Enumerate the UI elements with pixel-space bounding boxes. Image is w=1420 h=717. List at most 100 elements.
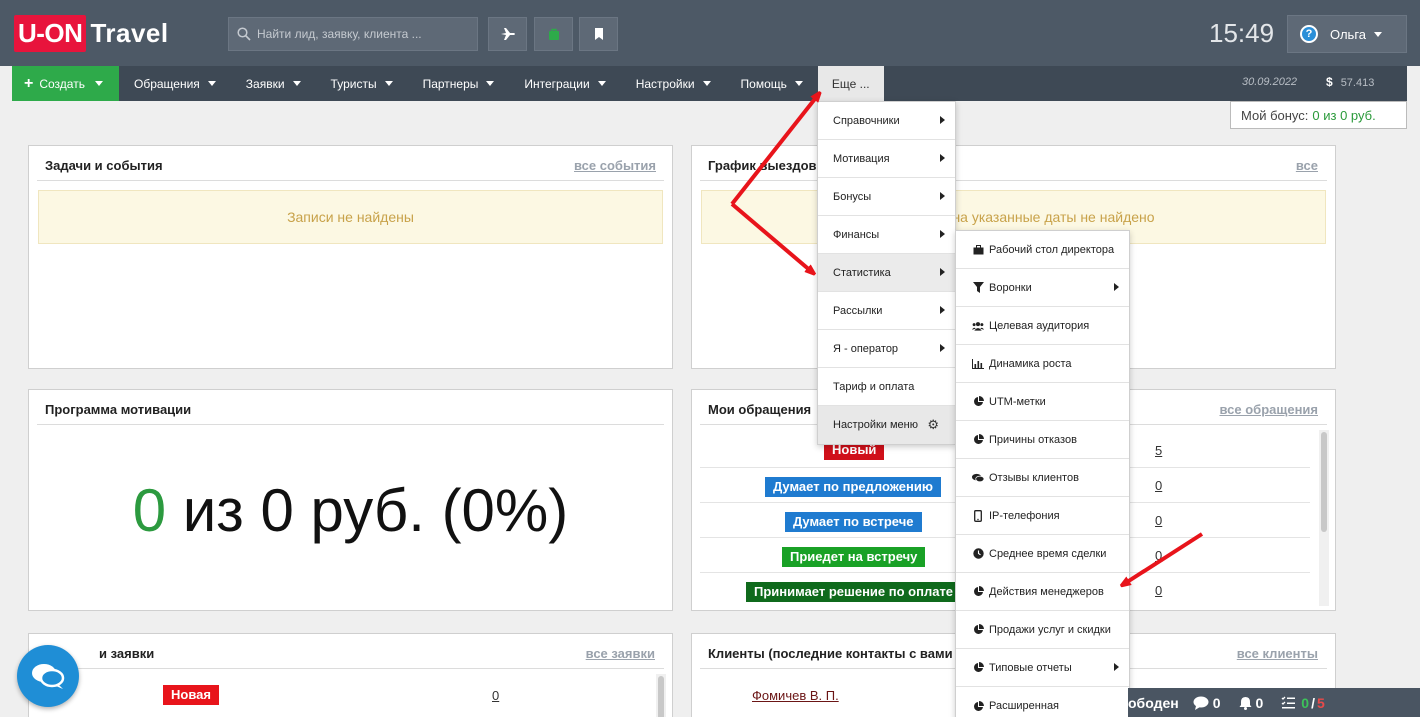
menu-item-operator[interactable]: Я - оператор: [818, 330, 955, 368]
messages-indicator[interactable]: 0: [1193, 695, 1221, 711]
scrollbar-thumb[interactable]: [658, 676, 664, 717]
menu-item-extended[interactable]: Расширенная: [956, 687, 1129, 717]
menu-item-utm[interactable]: UTM-метки: [956, 383, 1129, 421]
motivation-panel: Программа мотивации 0 из 0 руб. (0%): [28, 389, 673, 611]
nav-item-settings[interactable]: Настройки: [621, 66, 726, 101]
tasks-done: 0: [1301, 694, 1310, 711]
count-link[interactable]: 0: [492, 688, 499, 703]
menu-label: Справочники: [833, 114, 900, 127]
menu-item-bonuses[interactable]: Бонусы: [818, 178, 955, 216]
notifications-indicator[interactable]: 0: [1239, 695, 1263, 711]
client-link[interactable]: Фомичев В. П.: [752, 688, 839, 703]
menu-label: Мотивация: [833, 152, 890, 165]
tasks-indicator[interactable]: 0 / 5: [1281, 694, 1325, 711]
scrollbar-thumb[interactable]: [1321, 432, 1327, 532]
menu-item-sales-discounts[interactable]: Продажи услуг и скидки: [956, 611, 1129, 649]
all-clients-link[interactable]: все клиенты: [1237, 646, 1318, 661]
flights-button[interactable]: [488, 17, 527, 51]
chevron-right-icon: [940, 192, 945, 200]
chevron-down-icon: [207, 81, 216, 86]
menu-item-finances[interactable]: Финансы: [818, 216, 955, 254]
menu-label: Воронки: [989, 281, 1032, 294]
all-requests-link[interactable]: все заявки: [586, 646, 655, 661]
bonus-box: Мой бонус: 0 из 0 руб.: [1230, 101, 1407, 129]
nav-item-appeals[interactable]: Обращения: [119, 66, 231, 101]
nav-item-help[interactable]: Помощь: [726, 66, 818, 101]
bookmark-icon: [594, 28, 603, 40]
dollar-icon: $: [1326, 75, 1333, 89]
chevron-down-icon: [702, 81, 711, 86]
status-badge: Принимает решение по оплате: [746, 582, 962, 602]
help-icon[interactable]: ?: [1300, 25, 1318, 43]
tasks-total: 5: [1316, 694, 1325, 711]
menu-label: Я - оператор: [833, 342, 899, 355]
motivation-stat: 0 из 0 руб. (0%): [29, 476, 672, 545]
menu-item-statistics[interactable]: Статистика: [818, 254, 955, 292]
all-schedule-link[interactable]: все: [1296, 158, 1318, 173]
scrollbar[interactable]: [656, 674, 666, 717]
nav-label: Туристы: [330, 76, 377, 91]
menu-item-refusal-reasons[interactable]: Причины отказов: [956, 421, 1129, 459]
menu-item-client-reviews[interactable]: Отзывы клиентов: [956, 459, 1129, 497]
pie-chart-icon: [972, 624, 984, 636]
nav-item-integrations[interactable]: Интеграции: [509, 66, 620, 101]
menu-label: UTM-метки: [989, 395, 1046, 408]
menu-item-funnels[interactable]: Воронки: [956, 269, 1129, 307]
count-link[interactable]: 0: [1155, 583, 1162, 598]
menu-item-growth[interactable]: Динамика роста: [956, 345, 1129, 383]
nav-item-more[interactable]: Еще ...: [817, 66, 884, 101]
chevron-down-icon: [597, 81, 606, 86]
user-menu[interactable]: ? Ольга: [1287, 15, 1407, 53]
panel-title: Мои обращения: [708, 402, 812, 417]
create-button[interactable]: + Создать: [12, 66, 119, 101]
pie-chart-icon: [972, 434, 984, 446]
nav-item-requests[interactable]: Заявки: [231, 66, 316, 101]
menu-item-tariff[interactable]: Тариф и оплата: [818, 368, 955, 406]
briefcase-icon: [972, 244, 984, 256]
status-badge: Думает по встрече: [785, 512, 922, 532]
count-link[interactable]: 0: [1155, 548, 1162, 563]
count-link[interactable]: 0: [1155, 513, 1162, 528]
chevron-right-icon: [940, 230, 945, 238]
panel-title: График выездов: [708, 158, 817, 173]
search-input[interactable]: [257, 27, 467, 41]
chevron-right-icon: [940, 344, 945, 352]
logo[interactable]: U-ON Travel: [14, 15, 169, 52]
nav-item-tourists[interactable]: Туристы: [316, 66, 408, 101]
menu-item-motivation[interactable]: Мотивация: [818, 140, 955, 178]
menu-item-mailings[interactable]: Рассылки: [818, 292, 955, 330]
all-events-link[interactable]: все события: [574, 158, 656, 173]
scrollbar[interactable]: [1319, 430, 1329, 606]
all-appeals-link[interactable]: все обращения: [1219, 402, 1318, 417]
chevron-right-icon: [940, 268, 945, 276]
balance[interactable]: $57.413: [1326, 75, 1374, 89]
menu-item-target-audience[interactable]: Целевая аудитория: [956, 307, 1129, 345]
chat-button[interactable]: [17, 645, 79, 707]
pie-chart-icon: [972, 396, 984, 408]
chevron-right-icon: [940, 116, 945, 124]
plus-icon: +: [24, 74, 34, 92]
menu-item-avg-deal-time[interactable]: Среднее время сделки: [956, 535, 1129, 573]
bag-button[interactable]: [534, 17, 573, 51]
nav-item-partners[interactable]: Партнеры: [408, 66, 510, 101]
menu-item-ip-telephony[interactable]: IP-телефония: [956, 497, 1129, 535]
menu-item-standard-reports[interactable]: Типовые отчеты: [956, 649, 1129, 687]
menu-label: Бонусы: [833, 190, 872, 203]
chevron-down-icon: [1374, 31, 1383, 37]
bookmarks-button[interactable]: [579, 17, 618, 51]
bag-icon: [548, 28, 559, 40]
nav-label: Настройки: [635, 76, 695, 91]
menu-item-director-desk[interactable]: Рабочий стол директора: [956, 231, 1129, 269]
messages-count: 0: [1212, 694, 1221, 711]
bonus-value: 0 из 0 руб.: [1312, 107, 1376, 123]
menu-item-menu-settings[interactable]: Настройки меню ⚙: [818, 406, 955, 444]
tasks-separator: /: [1311, 694, 1315, 711]
count-link[interactable]: 0: [1155, 478, 1162, 493]
menu-item-manager-actions[interactable]: Действия менеджеров: [956, 573, 1129, 611]
requests-panel: и заявки все заявки Новая 0: [28, 633, 673, 717]
nav-label: Еще ...: [831, 76, 870, 91]
count-link[interactable]: 5: [1155, 443, 1162, 458]
bonus-label: Мой бонус:: [1241, 107, 1309, 123]
menu-item-directories[interactable]: Справочники: [818, 102, 955, 140]
funnel-icon: [972, 282, 984, 294]
